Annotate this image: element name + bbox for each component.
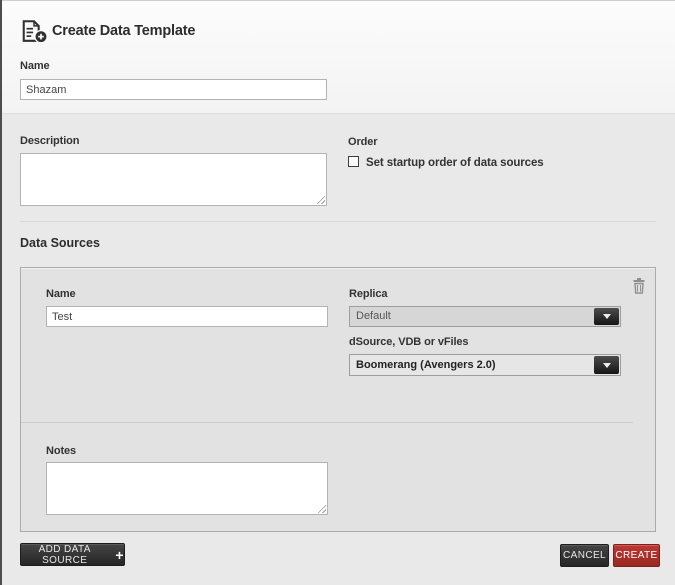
order-checkbox-label: Set startup order of data sources [366,157,544,169]
order-checkbox[interactable] [348,156,359,167]
description-textarea[interactable] [20,153,327,206]
replica-dropdown[interactable]: Default [349,306,621,327]
create-label: CREATE [615,550,657,561]
source-name-label: Name [46,288,76,300]
chevron-down-icon [603,363,611,368]
delete-data-source-button[interactable] [632,278,646,297]
add-data-source-label: ADD DATA SOURCE [21,544,108,566]
notes-label: Notes [46,445,76,457]
top-border [0,0,675,1]
trash-icon [632,278,646,294]
source-name-input[interactable] [46,306,328,327]
card-divider [21,422,633,423]
notes-textarea[interactable] [46,462,328,515]
section-divider [20,221,656,222]
document-add-icon [20,19,48,49]
name-input[interactable] [20,79,327,100]
plus-icon: + [115,550,124,560]
description-label: Description [20,135,79,147]
create-data-template-dialog: Create Data Template Name Description Or… [0,0,675,585]
dsource-dropdown-button[interactable] [594,356,619,374]
cancel-button[interactable]: CANCEL [560,544,609,567]
replica-selected-value: Default [356,310,391,322]
create-button[interactable]: CREATE [613,544,660,567]
replica-dropdown-button[interactable] [594,308,619,325]
dialog-title: Create Data Template [52,23,195,39]
add-data-source-button[interactable]: ADD DATA SOURCE + [20,543,125,566]
cancel-label: CANCEL [563,550,606,561]
chevron-down-icon [603,314,611,319]
replica-label: Replica [349,288,387,300]
dsource-label: dSource, VDB or vFiles [349,336,468,348]
data-source-card: Name Replica Default dSource, VDB or vFi… [20,267,656,532]
name-label: Name [20,60,50,72]
dsource-selected-value: Boomerang (Avengers 2.0) [356,359,496,371]
left-border [0,0,2,585]
order-label: Order [348,136,377,148]
dsource-dropdown[interactable]: Boomerang (Avengers 2.0) [349,354,621,376]
data-sources-heading: Data Sources [20,236,100,250]
